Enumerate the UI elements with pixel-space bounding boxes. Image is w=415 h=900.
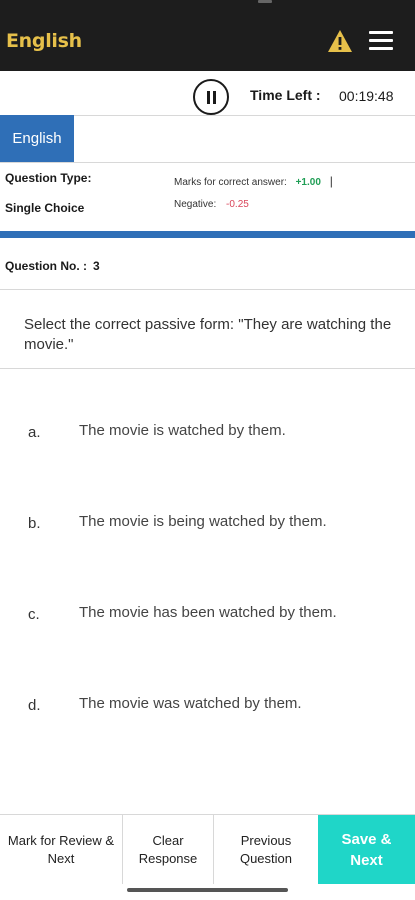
negative-label: Negative: <box>174 199 217 210</box>
pause-button[interactable] <box>193 79 229 115</box>
divider <box>0 162 415 163</box>
option-letter: b. <box>28 515 41 532</box>
previous-question-button[interactable]: Previous Question <box>214 815 318 884</box>
marks-positive-value: +1.00 <box>295 177 321 188</box>
hamburger-menu-icon[interactable] <box>369 31 393 51</box>
divider <box>0 289 415 290</box>
save-and-next-button[interactable]: Save & Next <box>318 815 415 884</box>
question-number-label: Question No. : <box>5 259 87 273</box>
question-type-label: Question Type: <box>5 171 92 185</box>
app-bar: English <box>0 14 415 71</box>
marks-label: Marks for correct answer: <box>174 177 287 188</box>
time-left-value: 00:19:48 <box>339 88 394 104</box>
option-a[interactable]: a. The movie is watched by them. <box>0 402 415 462</box>
divider <box>0 368 415 369</box>
question-text: Select the correct passive form: "They a… <box>24 316 392 353</box>
option-letter: a. <box>28 424 41 441</box>
option-text: The movie is watched by them. <box>79 422 286 439</box>
warning-triangle-icon[interactable] <box>327 29 353 53</box>
option-c[interactable]: c. The movie has been watched by them. <box>0 584 415 644</box>
marks-info: Marks for correct answer: +1.00 | <box>174 174 333 188</box>
pause-icon <box>207 91 210 104</box>
negative-value: -0.25 <box>226 199 249 210</box>
tab-language-english[interactable]: English <box>0 115 74 162</box>
option-letter: c. <box>28 606 40 623</box>
question-type-value: Single Choice <box>5 201 85 215</box>
home-indicator[interactable] <box>127 888 288 892</box>
section-divider-bar <box>0 231 415 238</box>
option-letter: d. <box>28 697 41 714</box>
mark-for-review-button[interactable]: Mark for Review & Next <box>0 815 123 884</box>
option-b[interactable]: b. The movie is being watched by them. <box>0 493 415 553</box>
status-bar <box>0 0 415 14</box>
clear-response-button[interactable]: Clear Response <box>123 815 214 884</box>
status-indicator <box>258 0 272 3</box>
question-number: Question No. : 3 <box>5 259 100 273</box>
time-left-label: Time Left : <box>250 87 321 103</box>
negative-info: Negative: -0.25 <box>174 199 249 210</box>
app-title: English <box>6 30 82 52</box>
option-text: The movie has been watched by them. <box>79 604 337 621</box>
question-number-value: 3 <box>93 259 100 273</box>
option-text: The movie is being watched by them. <box>79 513 327 530</box>
option-d[interactable]: d. The movie was watched by them. <box>0 675 415 735</box>
marks-separator: | <box>329 174 333 188</box>
option-text: The movie was watched by them. <box>79 695 302 712</box>
